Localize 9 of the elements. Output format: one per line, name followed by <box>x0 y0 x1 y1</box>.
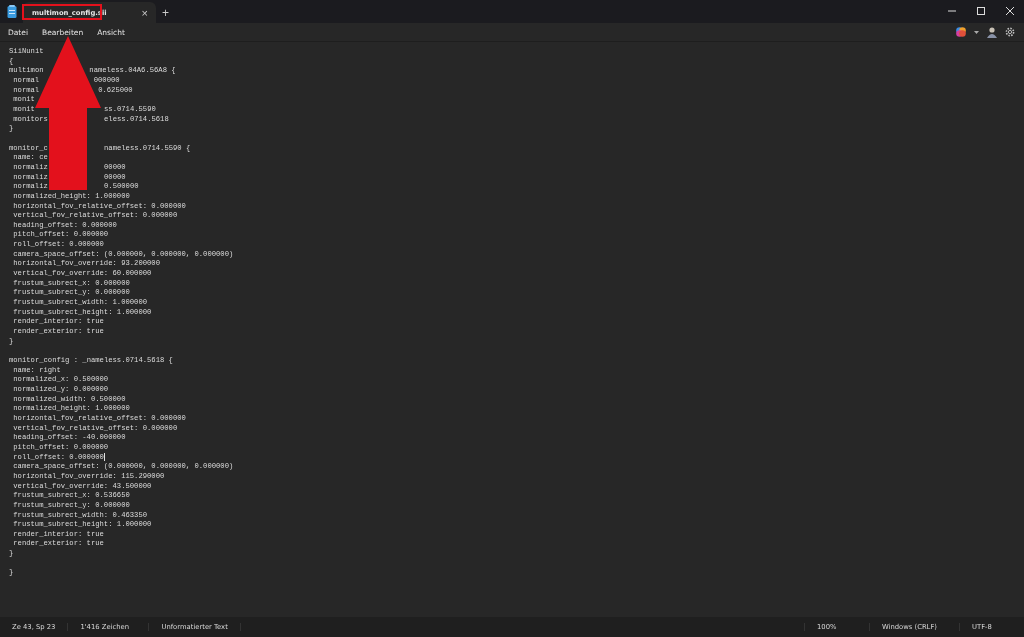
minimize-icon[interactable] <box>947 7 956 15</box>
maximize-icon[interactable] <box>976 7 985 15</box>
close-icon[interactable] <box>1005 7 1014 15</box>
settings-icon[interactable] <box>1005 27 1015 37</box>
notepad-icon <box>7 5 17 18</box>
close-tab-button[interactable]: × <box>141 6 148 19</box>
caret-icon[interactable] <box>974 30 979 34</box>
avatar-icon[interactable] <box>987 26 997 38</box>
new-tab-button[interactable]: + <box>162 6 169 20</box>
